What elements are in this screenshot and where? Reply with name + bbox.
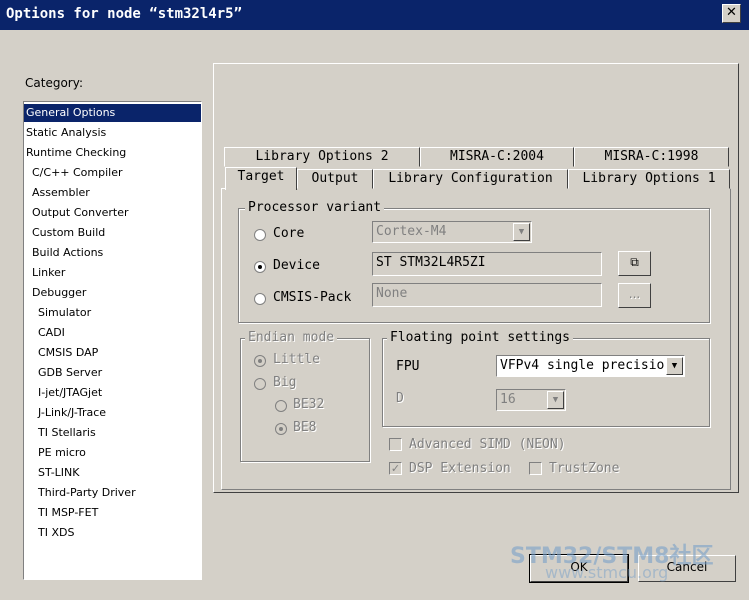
- core-combo-value: Cortex-M4: [376, 224, 447, 239]
- category-item-ijet-jtagjet[interactable]: I-jet/JTAGjet: [38, 384, 102, 402]
- tab-library-configuration[interactable]: Library Configuration: [373, 169, 568, 189]
- fpu-combo[interactable]: VFPv4 single precisio ▼: [496, 355, 685, 377]
- fpu-combo-value: VFPv4 single precisio: [500, 358, 665, 373]
- category-item-output-converter[interactable]: Output Converter: [32, 204, 129, 222]
- device-label[interactable]: Device: [273, 258, 320, 273]
- advanced-simd-checkbox[interactable]: [389, 438, 402, 451]
- cmsis-pack-browse-button[interactable]: ...: [618, 283, 651, 308]
- category-item-st-link[interactable]: ST-LINK: [38, 464, 79, 482]
- be8-radio[interactable]: [275, 423, 287, 435]
- endian-mode-legend: Endian mode: [245, 330, 338, 345]
- trustzone-label[interactable]: TrustZone: [549, 461, 619, 476]
- category-item-runtime-checking[interactable]: Runtime Checking: [26, 144, 126, 162]
- cmsis-pack-label[interactable]: CMSIS-Pack: [273, 290, 351, 305]
- chevron-down-icon[interactable]: ▼: [547, 391, 564, 409]
- device-select-icon: ⧉: [630, 255, 639, 269]
- dsp-extension-label[interactable]: DSP Extension: [409, 461, 511, 476]
- d-combo-value: 16: [500, 392, 516, 407]
- be8-label[interactable]: BE8: [293, 420, 316, 435]
- category-item-cmsis-dap[interactable]: CMSIS DAP: [38, 344, 98, 362]
- floating-point-group: [382, 338, 710, 427]
- cmsis-pack-radio[interactable]: [254, 293, 266, 305]
- checkmark-icon: ✓: [390, 462, 401, 475]
- be32-label[interactable]: BE32: [293, 397, 324, 412]
- category-item-debugger[interactable]: Debugger: [32, 284, 86, 302]
- chevron-down-icon[interactable]: ▼: [666, 357, 683, 375]
- little-endian-label[interactable]: Little: [273, 352, 320, 367]
- tab-library-options-1[interactable]: Library Options 1: [568, 169, 730, 189]
- category-item-ti-stellaris[interactable]: TI Stellaris: [38, 424, 96, 442]
- category-item-simulator[interactable]: Simulator: [38, 304, 91, 322]
- category-item-cadi[interactable]: CADI: [38, 324, 65, 342]
- be32-radio[interactable]: [275, 400, 287, 412]
- category-item-jlink-jtrace[interactable]: J-Link/J-Trace: [38, 404, 106, 422]
- core-radio[interactable]: [254, 229, 266, 241]
- category-item-build-actions[interactable]: Build Actions: [32, 244, 103, 262]
- big-endian-radio[interactable]: [254, 378, 266, 390]
- trustzone-checkbox[interactable]: [529, 462, 542, 475]
- category-item-assembler[interactable]: Assembler: [32, 184, 90, 202]
- device-radio[interactable]: [254, 261, 266, 273]
- tab-misra-c-1998[interactable]: MISRA-C:1998: [574, 147, 729, 167]
- advanced-simd-label[interactable]: Advanced SIMD (NEON): [409, 437, 566, 452]
- category-item-pe-micro[interactable]: PE micro: [38, 444, 86, 462]
- window-title: Options for node “stm32l4r5”: [6, 6, 243, 22]
- dsp-extension-checkbox[interactable]: ✓: [389, 462, 402, 475]
- tab-target[interactable]: Target: [225, 167, 297, 190]
- category-item-linker[interactable]: Linker: [32, 264, 65, 282]
- category-label: Category:: [25, 76, 83, 90]
- cmsis-pack-field: None: [372, 283, 602, 307]
- watermark-url: www.stmcu.org: [545, 563, 669, 582]
- core-label[interactable]: Core: [273, 226, 304, 241]
- chevron-down-icon[interactable]: ▼: [513, 223, 530, 241]
- close-button[interactable]: ✕: [722, 4, 741, 23]
- device-field: ST STM32L4R5ZI: [372, 252, 602, 276]
- category-item-gdb-server[interactable]: GDB Server: [38, 364, 102, 382]
- category-list[interactable]: General Options Static Analysis Runtime …: [23, 101, 202, 580]
- category-item-third-party-driver[interactable]: Third-Party Driver: [38, 484, 136, 502]
- fpu-label: FPU: [396, 359, 420, 374]
- tab-output[interactable]: Output: [297, 169, 373, 189]
- d-combo[interactable]: 16 ▼: [496, 389, 566, 411]
- d-label: D: [396, 391, 404, 406]
- category-item-general-options[interactable]: General Options: [24, 104, 201, 122]
- category-item-static-analysis[interactable]: Static Analysis: [26, 124, 106, 142]
- big-endian-label[interactable]: Big: [273, 375, 296, 390]
- floating-point-legend: Floating point settings: [387, 330, 574, 345]
- close-icon: ✕: [726, 5, 737, 20]
- category-item-ti-xds[interactable]: TI XDS: [38, 524, 74, 542]
- core-combo[interactable]: Cortex-M4 ▼: [372, 221, 532, 243]
- tab-library-options-2[interactable]: Library Options 2: [224, 147, 420, 167]
- processor-variant-legend: Processor variant: [245, 200, 385, 215]
- category-item-c-cpp-compiler[interactable]: C/C++ Compiler: [32, 164, 123, 182]
- little-endian-radio[interactable]: [254, 355, 266, 367]
- category-item-custom-build[interactable]: Custom Build: [32, 224, 105, 242]
- tab-misra-c-2004[interactable]: MISRA-C:2004: [420, 147, 574, 167]
- category-item-ti-msp-fet[interactable]: TI MSP-FET: [38, 504, 98, 522]
- select-device-button[interactable]: ⧉: [618, 251, 651, 276]
